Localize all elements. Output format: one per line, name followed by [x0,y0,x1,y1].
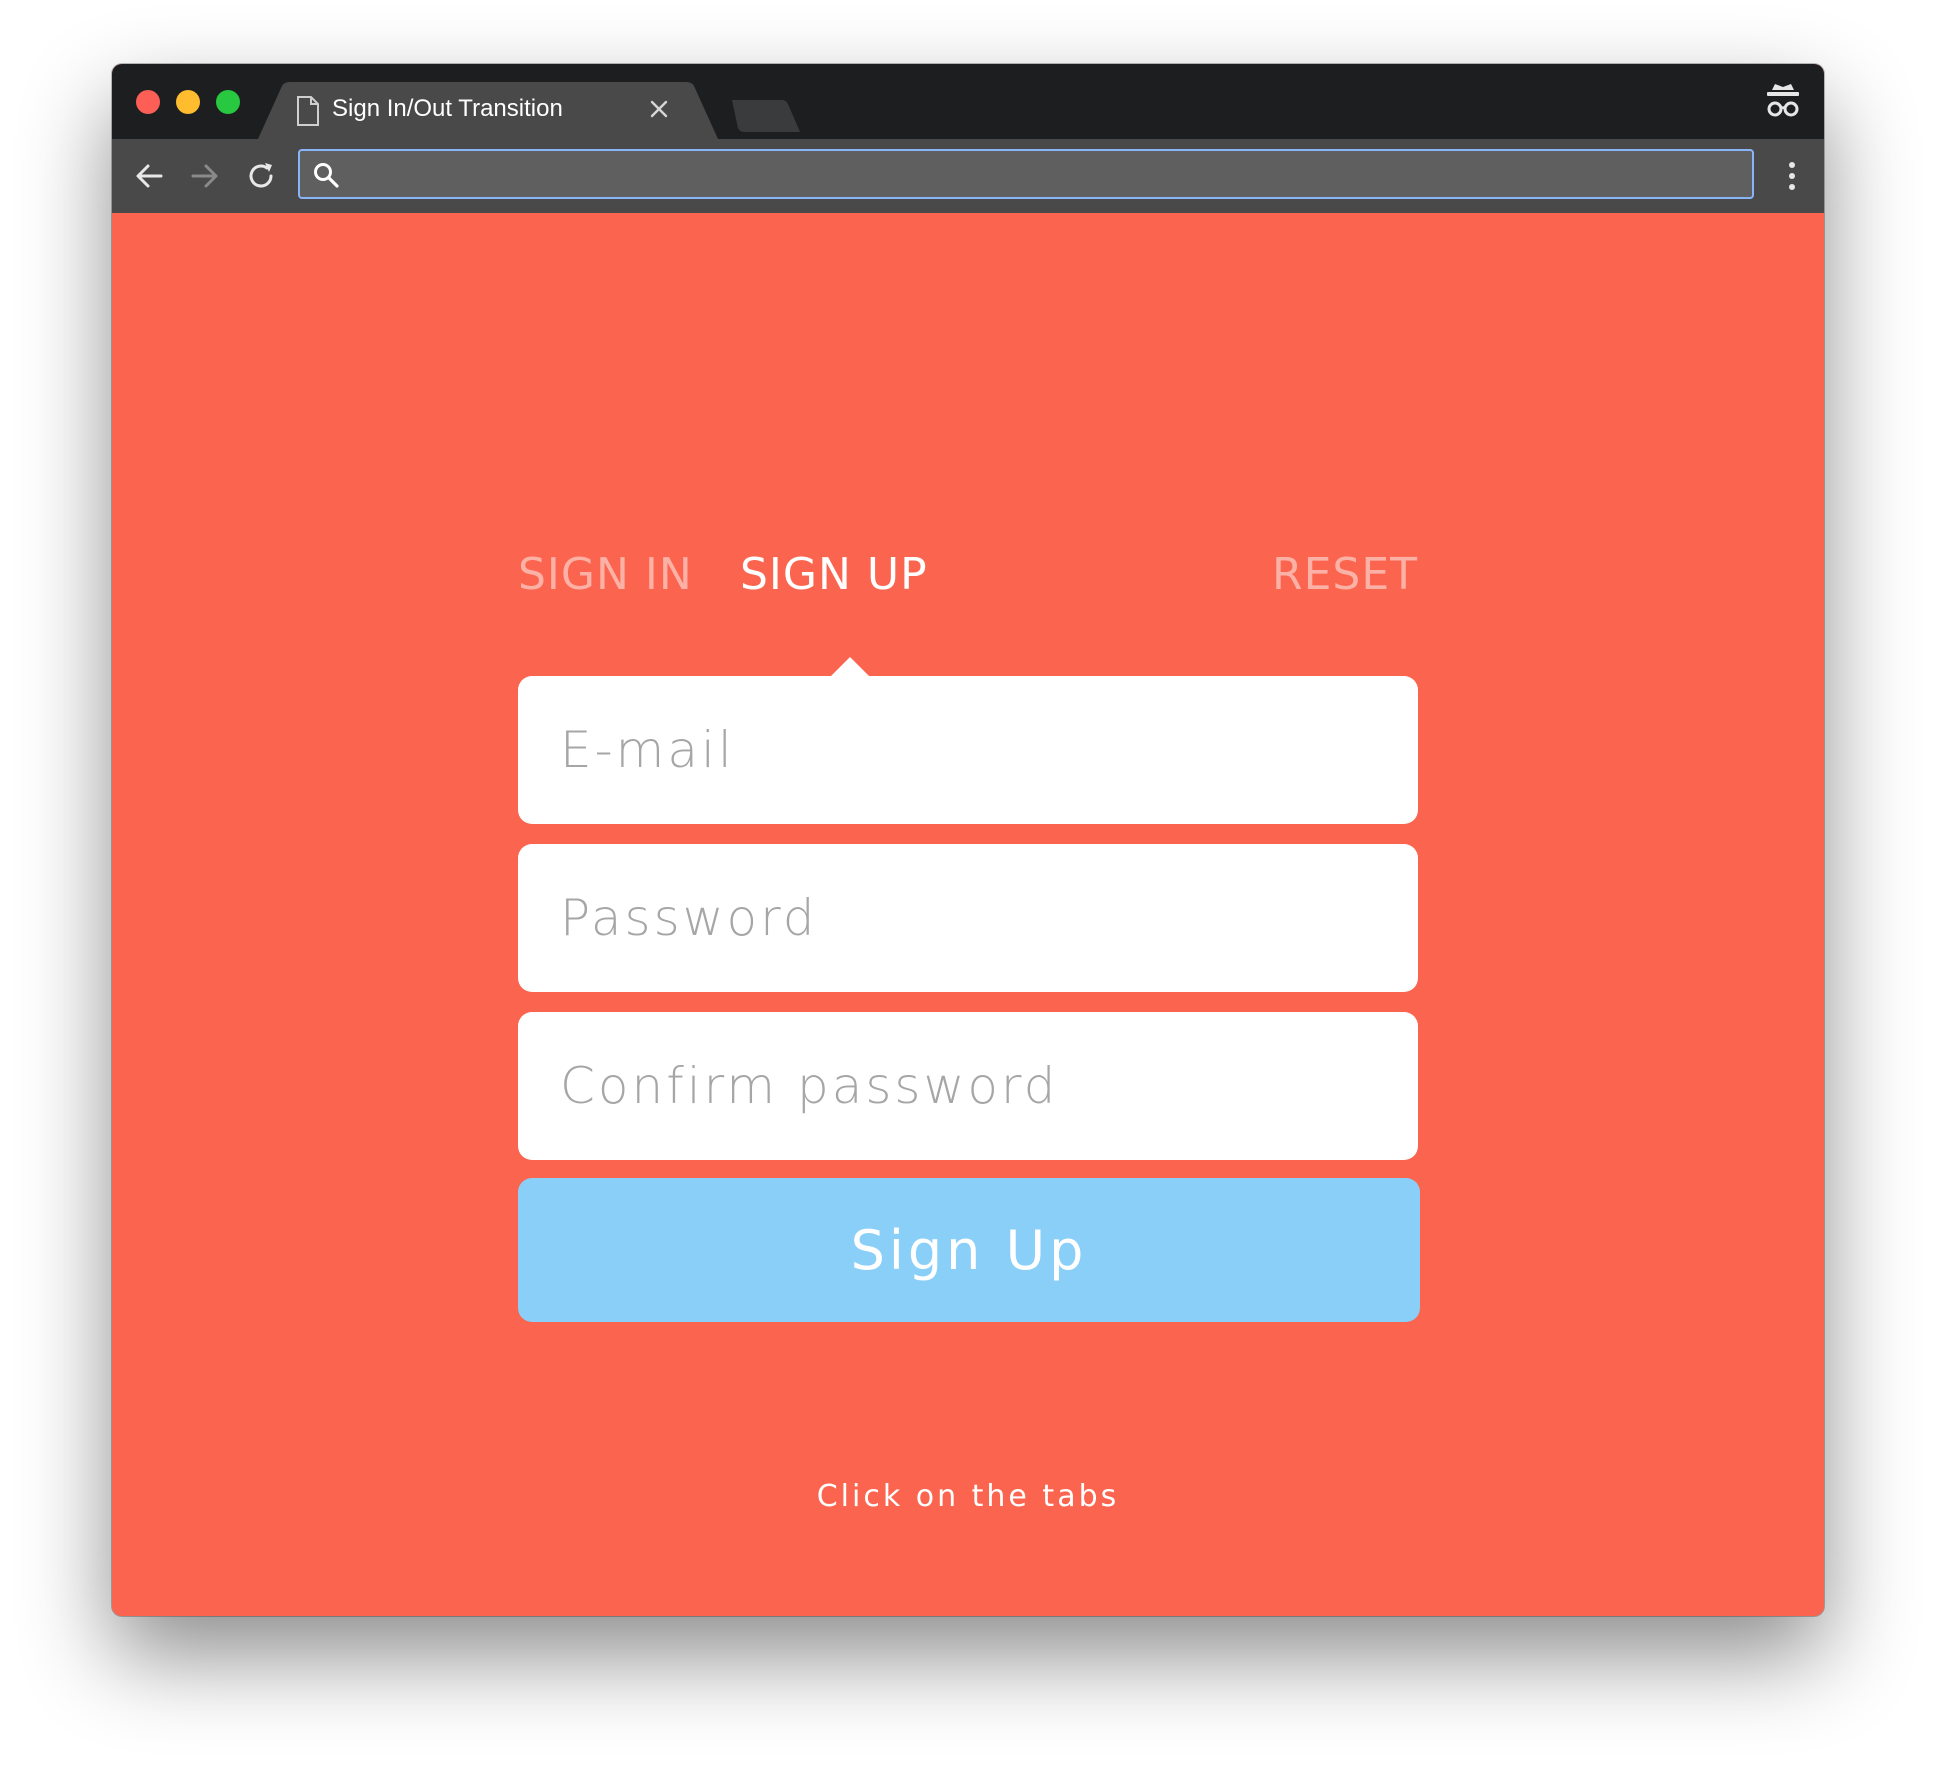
page-icon [297,96,319,126]
close-window-button[interactable] [136,90,160,114]
email-input[interactable] [518,676,1418,824]
tab-reset[interactable]: RESET [1272,549,1418,600]
page-content: SIGN IN SIGN UP RESET Sign Up Click on t… [112,213,1824,1616]
incognito-icon [1767,84,1799,117]
title-bar: Sign In/Out Transition [112,64,1824,139]
back-arrow-icon[interactable] [132,159,166,193]
password-input[interactable] [518,844,1418,992]
forward-arrow-icon[interactable] [188,159,222,193]
kebab-menu-icon[interactable] [1782,159,1802,193]
tab-title: Sign In/Out Transition [332,95,563,122]
tab-sign-up[interactable]: SIGN UP [740,549,928,600]
sign-up-button[interactable]: Sign Up [518,1178,1420,1322]
hint-text: Click on the tabs [816,1479,1120,1514]
close-icon[interactable] [644,94,674,124]
search-icon [314,163,339,188]
email-field[interactable] [518,676,1418,824]
confirm-password-field[interactable] [518,1012,1418,1160]
confirm-password-input[interactable] [518,1012,1418,1160]
reload-icon[interactable] [244,159,278,193]
password-field[interactable] [518,844,1418,992]
browser-toolbar [112,139,1824,213]
active-tab-pointer [830,657,870,677]
zoom-window-button[interactable] [216,90,240,114]
browser-window: Sign In/Out Transition SIGN IN SIGN UP R… [112,64,1824,1616]
form-tabs: SIGN IN SIGN UP RESET [518,549,1418,609]
browser-tab[interactable]: Sign In/Out Transition [258,82,718,139]
new-tab-button[interactable] [732,100,802,132]
address-input[interactable] [352,157,1736,193]
minimize-window-button[interactable] [176,90,200,114]
tab-sign-in[interactable]: SIGN IN [518,549,693,600]
address-bar[interactable] [298,149,1754,199]
